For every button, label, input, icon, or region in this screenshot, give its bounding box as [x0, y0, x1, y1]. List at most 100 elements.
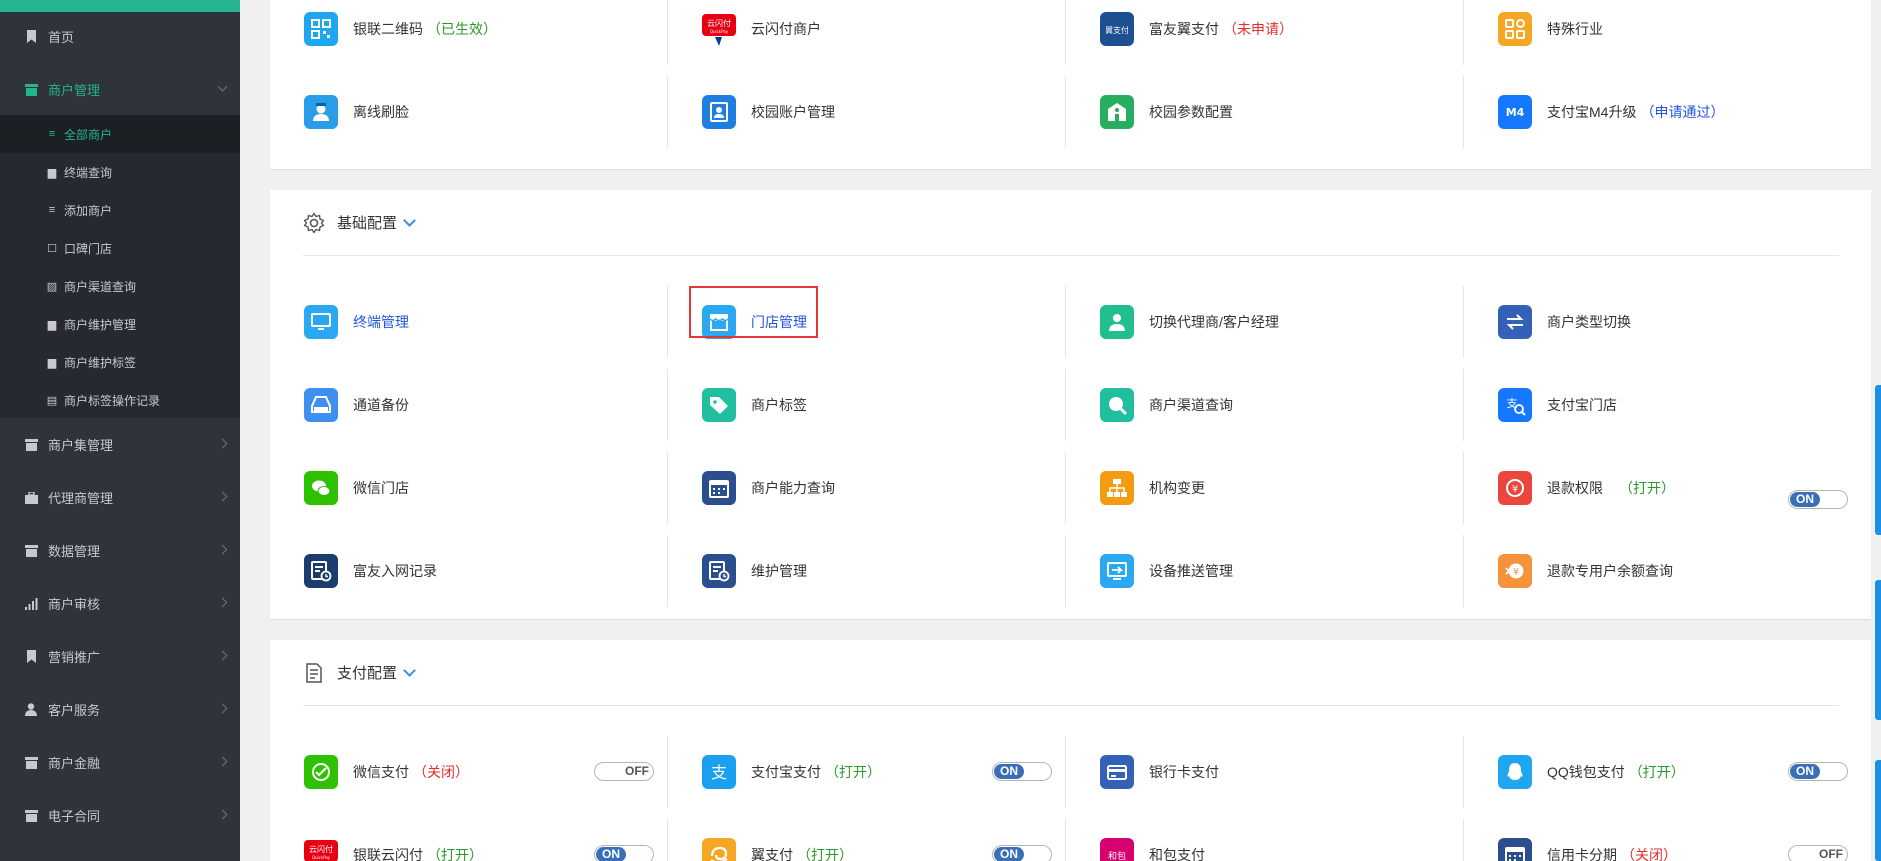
cell-unionpay-quickpass[interactable]: 云闪付 QuickPay 银联云闪付 （打开） ON [270, 819, 668, 861]
cell-refund-balance-query[interactable]: ¥ 退款专用户余额查询 [1464, 535, 1862, 607]
sidebar-item-agent[interactable]: 代理商管理 [0, 471, 240, 524]
wechat-pay-toggle[interactable]: OFF [594, 762, 654, 781]
cell-label: 切换代理商/客户经理 [1149, 314, 1279, 330]
sidebar-item-marketing[interactable]: 营销推广 [0, 630, 240, 683]
cell-channel-backup[interactable]: 通道备份 [270, 369, 668, 441]
cell-qq-wallet-pay[interactable]: QQ钱包支付 （打开） ON [1464, 736, 1862, 808]
bestpay-toggle[interactable]: ON [992, 845, 1052, 861]
cell-label: 银联云闪付 [353, 847, 423, 861]
cell-label: 终端管理 [353, 314, 409, 330]
svg-text:¥: ¥ [1513, 567, 1519, 578]
svg-text:翼支付: 翼支付 [1106, 25, 1128, 35]
cell-label: 富友入网记录 [353, 563, 437, 579]
cell-hebao-pay[interactable]: 和包 和包支付 [1066, 819, 1464, 861]
cell-wechat-store[interactable]: 微信门店 [270, 452, 668, 524]
floating-side-tab[interactable] [1875, 760, 1881, 861]
sidebar-subitem-label: 商户渠道查询 [64, 279, 137, 294]
sidebar-subitem-channel-query[interactable]: ▨ 商户渠道查询 [0, 267, 240, 305]
cell-fuyou-bestpay[interactable]: 翼支付 富友翼支付 （未申请） [1066, 0, 1464, 65]
document-icon [303, 662, 325, 684]
chevron-right-icon [217, 703, 228, 713]
cell-merchant-type-switch[interactable]: 商户类型切换 [1464, 286, 1862, 358]
contact-card-icon [702, 95, 736, 129]
sidebar-item-label: 电子合同 [48, 809, 101, 824]
cell-offline-face[interactable]: 离线刷脸 [270, 76, 668, 148]
face-icon [304, 95, 338, 129]
sidebar-item-contract[interactable]: 电子合同 [0, 789, 240, 842]
qq-wallet-pay-toggle[interactable]: ON [1788, 762, 1848, 781]
cell-label: 维护管理 [751, 563, 807, 579]
floating-side-tab[interactable] [1875, 385, 1881, 535]
bestpay-swirl-icon [702, 838, 736, 861]
cell-merchant-tags[interactable]: 商户标签 [668, 369, 1066, 441]
cell-bank-card-pay[interactable]: 银行卡支付 [1066, 736, 1464, 808]
svg-text:云闪付: 云闪付 [707, 18, 731, 28]
toggle-knob: ON [1790, 764, 1820, 779]
cell-terminal-management[interactable]: 终端管理 [270, 286, 668, 358]
sidebar-item-label: 商户审核 [48, 597, 101, 612]
cell-label: 云闪付商户 [751, 21, 821, 37]
cell-fuyou-onboarding-log[interactable]: 富友入网记录 [270, 535, 668, 607]
sidebar-subitem-add-merchant[interactable]: ≡ 添加商户 [0, 191, 240, 229]
sidebar-item-merchant-management[interactable]: 商户管理 [0, 63, 240, 116]
sidebar-subitem-maintenance[interactable]: ▆ 商户维护管理 [0, 305, 240, 343]
alipay-pay-toggle[interactable]: ON [992, 762, 1052, 781]
cell-refund-permission[interactable]: ¥ 退款权限 （打开） ON [1464, 452, 1862, 524]
cell-label: 支付宝门店 [1547, 397, 1617, 413]
cell-label: 校园参数配置 [1149, 104, 1233, 120]
sidebar-item-home[interactable]: 首页 [0, 10, 240, 63]
cell-label: 商户渠道查询 [1149, 397, 1233, 413]
grid-icon [1498, 12, 1532, 46]
sidebar-subitem-all-merchants[interactable]: ≡ 全部商户 [0, 115, 240, 153]
sidebar-item-data[interactable]: 数据管理 [0, 524, 240, 577]
cell-label: 和包支付 [1149, 847, 1205, 861]
section-header[interactable]: 基础配置 [303, 190, 1839, 256]
cell-special-industry[interactable]: 特殊行业 [1464, 0, 1862, 65]
cell-label: 翼支付 [751, 847, 793, 861]
cell-label: QQ钱包支付 [1547, 764, 1625, 780]
cell-unionpay-qrcode[interactable]: 银联二维码 （已生效） [270, 0, 668, 65]
sidebar-item-merchant-set[interactable]: 商户集管理 [0, 418, 240, 471]
sidebar-item-review[interactable]: 商户审核 [0, 577, 240, 630]
cell-cloud-quickpass-merchant[interactable]: 云闪付 QuickPay 云闪付商户 [668, 0, 1066, 65]
sidebar-subitem-terminal-query[interactable]: ▆ 终端查询 [0, 153, 240, 191]
floating-side-tab[interactable] [1875, 580, 1881, 720]
sidebar-item-finance[interactable]: 商户金融 [0, 736, 240, 789]
square-icon: ☐ [47, 242, 57, 255]
cell-capability-query[interactable]: 商户能力查询 [668, 452, 1066, 524]
chevron-down-icon[interactable] [403, 663, 416, 677]
cell-credit-installment[interactable]: 信用卡分期 （关闭） OFF [1464, 819, 1862, 861]
cell-alipay-pay[interactable]: 支 支付宝支付 （打开） ON [668, 736, 1066, 808]
cell-channel-query[interactable]: 商户渠道查询 [1066, 369, 1464, 441]
signal-icon [24, 597, 38, 611]
cell-campus-account[interactable]: 校园账户管理 [668, 76, 1066, 148]
cell-campus-params[interactable]: 校园参数配置 [1066, 76, 1464, 148]
cell-device-push[interactable]: 设备推送管理 [1066, 535, 1464, 607]
chevron-right-icon [217, 491, 228, 501]
cell-label: 商户能力查询 [751, 480, 835, 496]
unionpay-quickpass-toggle[interactable]: ON [594, 845, 654, 861]
toggle-knob: OFF [1819, 847, 1843, 861]
sidebar-item-customer-service[interactable]: 客户服务 [0, 683, 240, 736]
cell-switch-agent[interactable]: 切换代理商/客户经理 [1066, 286, 1464, 358]
credit-installment-toggle[interactable]: OFF [1788, 845, 1848, 861]
sidebar-subitem-label: 商户维护标签 [64, 355, 137, 370]
cell-alipay-store[interactable]: 支 支付宝门店 [1464, 369, 1862, 441]
chevron-down-icon[interactable] [403, 213, 416, 227]
sidebar-subitem-maintenance-tags[interactable]: ▆ 商户维护标签 [0, 343, 240, 381]
section-header[interactable]: 支付配置 [303, 640, 1839, 706]
wechat-pay-icon [304, 755, 338, 789]
refund-permission-toggle[interactable]: ON [1788, 490, 1848, 509]
chevron-right-icon [217, 756, 228, 766]
sidebar-subitem-tag-log[interactable]: ▤ 商户标签操作记录 [0, 381, 240, 419]
sidebar-subitem-koubei-store[interactable]: ☐ 口碑门店 [0, 229, 240, 267]
wechat-icon [304, 471, 338, 505]
cell-maintenance-management[interactable]: 维护管理 [668, 535, 1066, 607]
cell-bestpay[interactable]: 翼支付 （打开） ON [668, 819, 1066, 861]
cell-wechat-pay[interactable]: 微信支付 （关闭） OFF [270, 736, 668, 808]
payment-config-card: 支付配置 微信支付 （关闭） OFF 支 支付宝支付 （打开） ON 银行卡支付… [270, 640, 1871, 861]
toggle-knob: ON [596, 847, 626, 861]
bookmark-icon [24, 30, 38, 44]
cell-org-change[interactable]: 机构变更 [1066, 452, 1464, 524]
cell-alipay-m4-upgrade[interactable]: M4 支付宝M4升级 （申请通过） [1464, 76, 1862, 148]
